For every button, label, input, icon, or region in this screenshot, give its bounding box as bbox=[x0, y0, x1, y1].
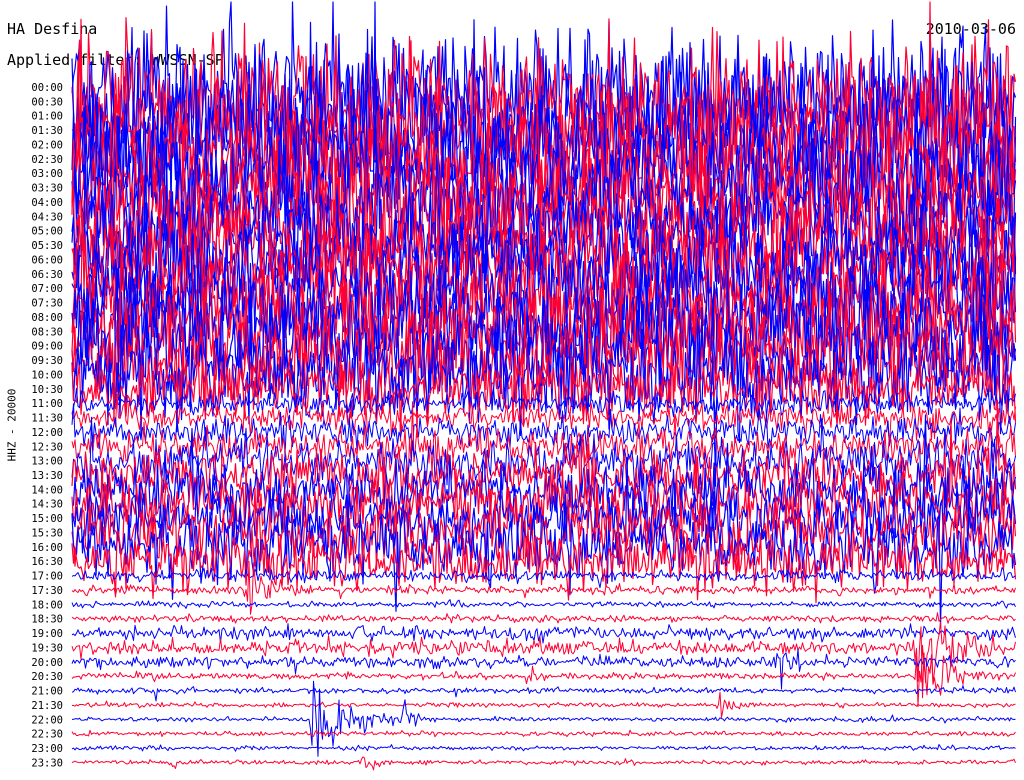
time-tick-label: 09:30 bbox=[31, 355, 63, 367]
time-tick-label: 09:00 bbox=[31, 341, 63, 353]
time-tick-label: 07:30 bbox=[31, 298, 63, 310]
time-tick-label: 14:00 bbox=[31, 484, 63, 496]
trace-row-2330 bbox=[71, 756, 1016, 771]
time-tick-label: 15:00 bbox=[31, 513, 63, 525]
time-tick-label: 06:30 bbox=[31, 269, 63, 281]
time-tick-label: 00:30 bbox=[31, 96, 63, 108]
time-tick-label: 22:00 bbox=[31, 714, 63, 726]
time-tick-label: 13:00 bbox=[31, 456, 63, 468]
trace-row-2300 bbox=[71, 744, 1016, 752]
trace-row-1830 bbox=[71, 612, 1016, 624]
time-tick-label: 16:00 bbox=[31, 542, 63, 554]
time-tick-label: 11:00 bbox=[31, 398, 63, 410]
time-tick-label: 01:30 bbox=[31, 125, 63, 137]
trace-row-1900 bbox=[71, 623, 1016, 644]
time-tick-label: 04:00 bbox=[31, 197, 63, 209]
time-tick-label: 03:00 bbox=[31, 168, 63, 180]
time-tick-label: 12:30 bbox=[31, 441, 63, 453]
time-tick-label: 01:00 bbox=[31, 111, 63, 123]
time-tick-label: 14:30 bbox=[31, 499, 63, 511]
time-tick-label: 08:30 bbox=[31, 326, 63, 338]
time-tick-label: 17:00 bbox=[31, 571, 63, 583]
time-tick-label: 02:30 bbox=[31, 154, 63, 166]
time-tick-label: 21:30 bbox=[31, 700, 63, 712]
time-tick-label: 16:30 bbox=[31, 556, 63, 568]
time-tick-label: 10:30 bbox=[31, 384, 63, 396]
trace-row-2000 bbox=[71, 648, 1016, 690]
time-tick-label: 13:30 bbox=[31, 470, 63, 482]
time-tick-label: 10:00 bbox=[31, 369, 63, 381]
time-tick-label: 07:00 bbox=[31, 283, 63, 295]
helicorder-plot: 00:00 00:30 01:00 01:30 02:00 02:30 03:00 03:30… bbox=[31, 1, 1017, 771]
trace-row-2230 bbox=[71, 729, 1016, 738]
time-tick-label: 04:30 bbox=[31, 211, 63, 223]
time-tick-label: 19:30 bbox=[31, 642, 63, 654]
trace-row-2100 bbox=[71, 685, 1016, 702]
trace-row-2130 bbox=[71, 691, 1016, 719]
time-tick-label: 06:00 bbox=[31, 254, 63, 266]
trace-row-2030 bbox=[71, 644, 1016, 708]
time-axis-labels: 00:00 00:30 01:00 01:30 02:00 02:30 03:00 03:30… bbox=[31, 82, 63, 769]
time-tick-label: 19:00 bbox=[31, 628, 63, 640]
time-tick-label: 20:30 bbox=[31, 671, 63, 683]
time-tick-label: 05:00 bbox=[31, 226, 63, 238]
time-tick-label: 23:00 bbox=[31, 743, 63, 755]
time-tick-label: 17:30 bbox=[31, 585, 63, 597]
time-tick-label: 20:00 bbox=[31, 657, 63, 669]
time-tick-label: 02:00 bbox=[31, 139, 63, 151]
time-tick-label: 03:30 bbox=[31, 183, 63, 195]
time-tick-label: 05:30 bbox=[31, 240, 63, 252]
time-tick-label: 18:30 bbox=[31, 614, 63, 626]
time-tick-label: 12:00 bbox=[31, 427, 63, 439]
trace-row-1800 bbox=[71, 599, 1016, 609]
time-tick-label: 18:00 bbox=[31, 599, 63, 611]
time-tick-label: 22:30 bbox=[31, 729, 63, 741]
time-tick-label: 23:30 bbox=[31, 757, 63, 769]
time-tick-label: 21:00 bbox=[31, 686, 63, 698]
seismic-traces bbox=[71, 1, 1017, 771]
time-tick-label: 08:00 bbox=[31, 312, 63, 324]
time-tick-label: 11:30 bbox=[31, 413, 63, 425]
time-tick-label: 00:00 bbox=[31, 82, 63, 94]
time-tick-label: 15:30 bbox=[31, 527, 63, 539]
